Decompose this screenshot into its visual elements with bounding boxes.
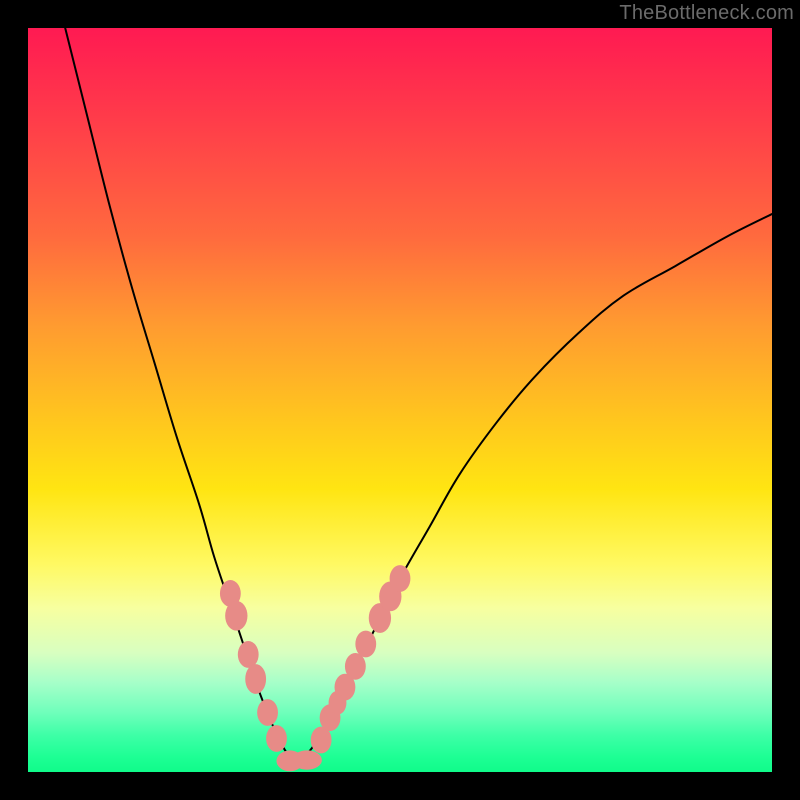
marker-point [292, 750, 322, 769]
marker-point [345, 653, 366, 680]
marker-point [245, 664, 266, 694]
marker-point [355, 631, 376, 658]
marker-point [266, 725, 287, 752]
curve-layer [65, 28, 772, 765]
curve-left-branch [65, 28, 296, 765]
plot-area [28, 28, 772, 772]
chart-svg [28, 28, 772, 772]
chart-frame: TheBottleneck.com [0, 0, 800, 800]
watermark-text: TheBottleneck.com [619, 2, 794, 25]
marker-layer [220, 565, 410, 771]
curve-right-branch [296, 214, 772, 765]
marker-point [257, 699, 278, 726]
marker-point [238, 641, 259, 668]
marker-point [225, 601, 247, 631]
marker-point [390, 565, 411, 592]
